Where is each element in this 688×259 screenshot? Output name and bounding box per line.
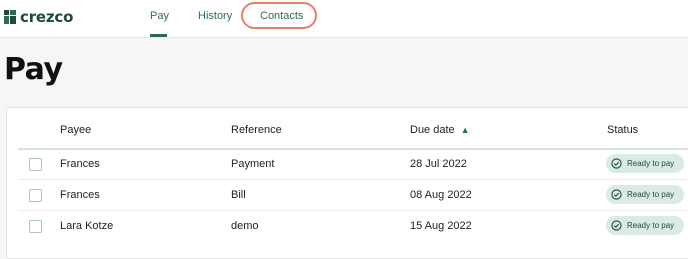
status-badge: Ready to pay — [606, 216, 684, 235]
status-text: Ready to pay — [627, 190, 675, 199]
status-badge: Ready to pay — [606, 185, 684, 204]
brand-logo[interactable]: crezco — [4, 8, 74, 26]
payments-table — [6, 107, 688, 259]
status-text: Ready to pay — [627, 221, 675, 230]
check-circle-icon — [611, 220, 622, 231]
row-checkbox[interactable] — [29, 189, 42, 202]
cell-due-date: 15 Aug 2022 — [410, 220, 472, 232]
table-header-divider — [18, 148, 688, 150]
cell-payee: Frances — [60, 158, 100, 170]
sort-ascending-icon[interactable]: ▲ — [461, 125, 470, 135]
cell-due-date: 08 Aug 2022 — [410, 189, 472, 201]
page-title: Pay — [4, 52, 63, 87]
column-header-due-date-label: Due date — [410, 124, 455, 136]
cell-payee: Frances — [60, 189, 100, 201]
crezco-logo-icon — [4, 10, 16, 24]
cell-reference: Payment — [231, 158, 275, 170]
tab-pay[interactable]: Pay — [150, 10, 169, 22]
column-header-status[interactable]: Status — [607, 124, 638, 136]
cell-reference: demo — [231, 220, 259, 232]
status-badge: Ready to pay — [606, 154, 684, 173]
cell-payee: Lara Kotze — [60, 220, 114, 232]
check-circle-icon — [611, 189, 622, 200]
row-divider — [18, 179, 688, 180]
row-checkbox[interactable] — [29, 220, 42, 233]
row-divider — [18, 210, 688, 211]
check-circle-icon — [611, 158, 622, 169]
tab-history[interactable]: History — [198, 10, 232, 22]
column-header-due-date[interactable]: Due date ▲ — [410, 124, 470, 136]
status-text: Ready to pay — [627, 159, 675, 168]
cell-due-date: 28 Jul 2022 — [410, 158, 467, 170]
column-header-reference[interactable]: Reference — [231, 124, 282, 136]
column-header-payee[interactable]: Payee — [60, 124, 91, 136]
row-checkbox[interactable] — [29, 158, 42, 171]
brand-name: crezco — [20, 8, 74, 26]
top-nav-bar — [0, 0, 688, 38]
cell-reference: Bill — [231, 189, 246, 201]
tab-active-indicator — [150, 34, 167, 37]
contacts-highlight-ring — [241, 2, 317, 29]
